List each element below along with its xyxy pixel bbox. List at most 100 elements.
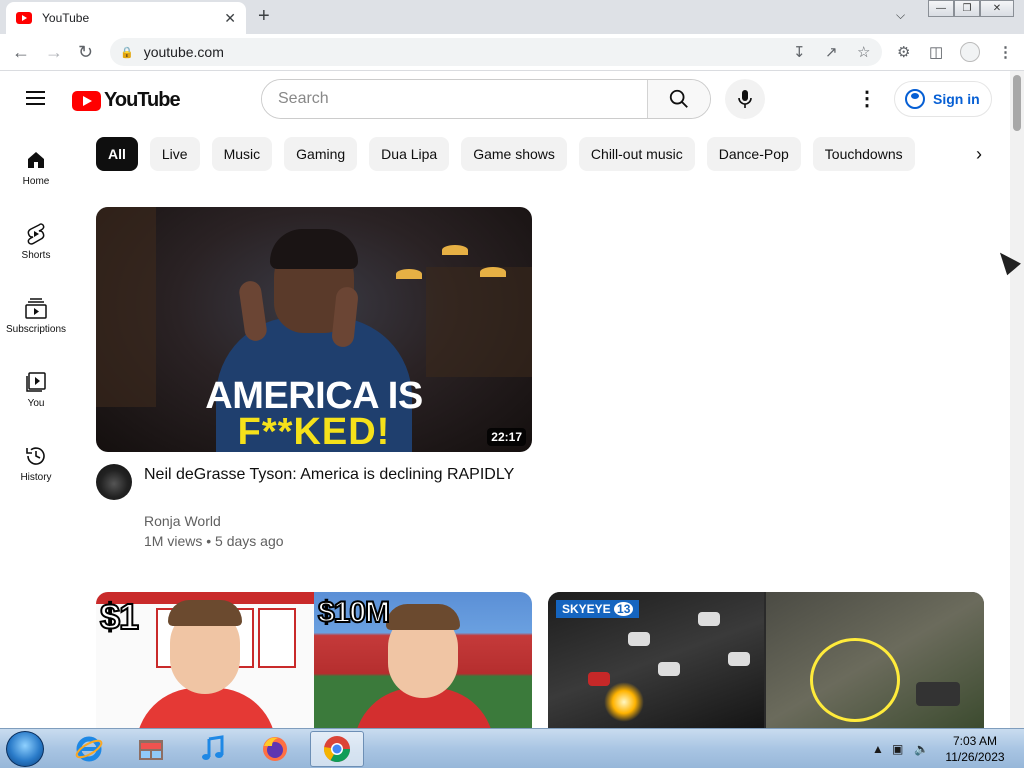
chip-game-shows[interactable]: Game shows [461, 137, 567, 171]
rail-item-home[interactable]: Home [0, 148, 72, 187]
rail-label-home: Home [22, 176, 50, 187]
channel-avatar[interactable] [96, 464, 132, 500]
music-note-icon [202, 735, 224, 760]
thumbnail-highlight-circle [810, 638, 900, 722]
taskbar-itunes[interactable] [186, 731, 240, 767]
back-arrow-icon[interactable]: ← [12, 42, 30, 62]
close-window-button[interactable]: ✕ [980, 0, 1014, 17]
youtube-wordmark: YouTube [104, 89, 181, 111]
side-panel-icon[interactable]: ◫ [929, 43, 943, 61]
forward-arrow-icon[interactable]: → [45, 42, 63, 62]
chip-gaming[interactable]: Gaming [284, 137, 358, 171]
search-input[interactable] [262, 80, 647, 118]
bookmark-star-icon[interactable]: ☆ [857, 43, 870, 61]
system-clock[interactable]: 7:03 AM 11/26/2023 [935, 733, 1015, 765]
address-url: youtube.com [143, 44, 224, 60]
chip-dua-lipa[interactable]: Dua Lipa [369, 137, 450, 171]
tab-search-chevron-icon[interactable]: ⌵ [896, 8, 905, 23]
clock-time: 7:03 AM [952, 734, 998, 748]
filter-chip-bar: All Live Music Gaming Dua Lipa Game show… [96, 137, 915, 171]
restore-button[interactable]: ❐ [954, 0, 980, 17]
chrome-icon [323, 736, 351, 763]
account-circle-icon [905, 89, 925, 109]
rail-label-you: You [27, 398, 45, 409]
tab-title: YouTube [42, 11, 90, 25]
chip-fade-overlay [925, 137, 965, 171]
chip-music[interactable]: Music [211, 137, 273, 171]
chip-live[interactable]: Live [149, 137, 200, 171]
thumbnail-car [698, 612, 720, 626]
taskbar-store[interactable] [124, 731, 178, 767]
rail-item-subscriptions[interactable]: Subscriptions [0, 296, 72, 335]
thumbnail-background [766, 592, 984, 728]
taskbar-firefox[interactable] [248, 731, 302, 767]
thumbnail-person [237, 279, 269, 343]
profile-avatar-icon[interactable] [960, 42, 980, 62]
browser-toolbar: ← → ↻ 🔒 youtube.com ↧ ↗ ☆ ⚙ ◫ ⋮ [0, 34, 1024, 71]
volume-muted-icon[interactable]: 🔈 [914, 742, 929, 756]
thumbnail-lamp [396, 269, 422, 279]
thumbnail-car [628, 632, 650, 646]
chip-next-chevron-icon[interactable]: › [966, 142, 992, 168]
subscriptions-icon [25, 298, 47, 319]
rail-label-subscriptions: Subscriptions [5, 324, 67, 335]
video-thumbnail[interactable]: $1 $10M [96, 592, 532, 728]
chip-touchdowns[interactable]: Touchdowns [812, 137, 915, 171]
taskbar-chrome[interactable] [310, 731, 364, 767]
browser-menu-kebab-icon[interactable]: ⋮ [998, 43, 1013, 61]
show-hidden-icons-arrow[interactable]: ▲ [872, 742, 884, 756]
channel-name[interactable]: Ronja World [144, 513, 221, 529]
thumbnail-car [658, 662, 680, 676]
news-logo-text: SKYEYE [562, 602, 611, 616]
search-button[interactable] [647, 80, 710, 118]
chip-chill-out-music[interactable]: Chill-out music [578, 137, 695, 171]
rail-item-history[interactable]: History [0, 444, 72, 483]
browser-tab[interactable]: YouTube ✕ [6, 2, 246, 34]
search-box [261, 79, 711, 119]
settings-kebab-icon[interactable]: ⋮ [857, 89, 877, 109]
hamburger-menu-icon[interactable] [26, 91, 45, 105]
thumbnail-person [270, 229, 358, 269]
new-tab-button[interactable]: + [258, 6, 270, 26]
video-thumbnail[interactable]: AMERICA IS F**KED! 22:17 [96, 207, 532, 452]
history-icon [26, 447, 45, 465]
thumbnail-menu-board [258, 608, 296, 668]
windows-taskbar: ▲ ▣ 🔈 7:03 AM 11/26/2023 [0, 728, 1024, 768]
scrollbar-thumb[interactable] [1013, 75, 1021, 131]
sign-in-label: Sign in [933, 91, 980, 107]
minimize-button[interactable]: — [928, 0, 954, 17]
tab-close-icon[interactable]: ✕ [224, 10, 236, 27]
video-metadata: 1M views • 5 days ago [144, 533, 284, 549]
video-thumbnail[interactable]: SKYEYE 13 [548, 592, 984, 728]
thumbnail-background [426, 267, 532, 377]
page-scrollbar[interactable] [1010, 71, 1024, 728]
taskbar-internet-explorer[interactable] [62, 731, 116, 767]
thumbnail-caption: F**KED! [237, 411, 391, 452]
thumbnail-caption: $10M [317, 595, 391, 630]
lock-icon[interactable]: 🔒 [120, 46, 134, 59]
extensions-puzzle-icon[interactable]: ⚙ [897, 43, 910, 61]
start-button[interactable] [6, 731, 44, 767]
address-bar[interactable]: 🔒 youtube.com [110, 38, 882, 66]
clock-date: 11/26/2023 [945, 750, 1005, 764]
youtube-logo[interactable]: YouTube [72, 89, 181, 112]
rail-label-history: History [20, 472, 52, 483]
chip-dance-pop[interactable]: Dance-Pop [706, 137, 801, 171]
rail-item-shorts[interactable]: Shorts [0, 222, 72, 261]
rail-item-you[interactable]: You [0, 370, 72, 409]
news-channel-number: 13 [614, 602, 634, 616]
sign-in-button[interactable]: Sign in [894, 81, 992, 117]
thumbnail-sparks [604, 682, 644, 722]
thumbnail-car [588, 672, 610, 686]
voice-search-button[interactable] [725, 79, 765, 119]
reload-icon[interactable]: ↻ [78, 42, 93, 62]
microphone-icon [738, 90, 752, 108]
thumbnail-person [386, 604, 460, 630]
chip-all[interactable]: All [96, 137, 138, 171]
install-app-icon[interactable]: ↧ [793, 43, 806, 61]
video-title[interactable]: Neil deGrasse Tyson: America is declinin… [144, 464, 524, 486]
search-icon [669, 89, 688, 108]
network-icon[interactable]: ▣ [892, 742, 903, 756]
firefox-icon [263, 737, 287, 761]
share-icon[interactable]: ↗ [825, 43, 838, 61]
